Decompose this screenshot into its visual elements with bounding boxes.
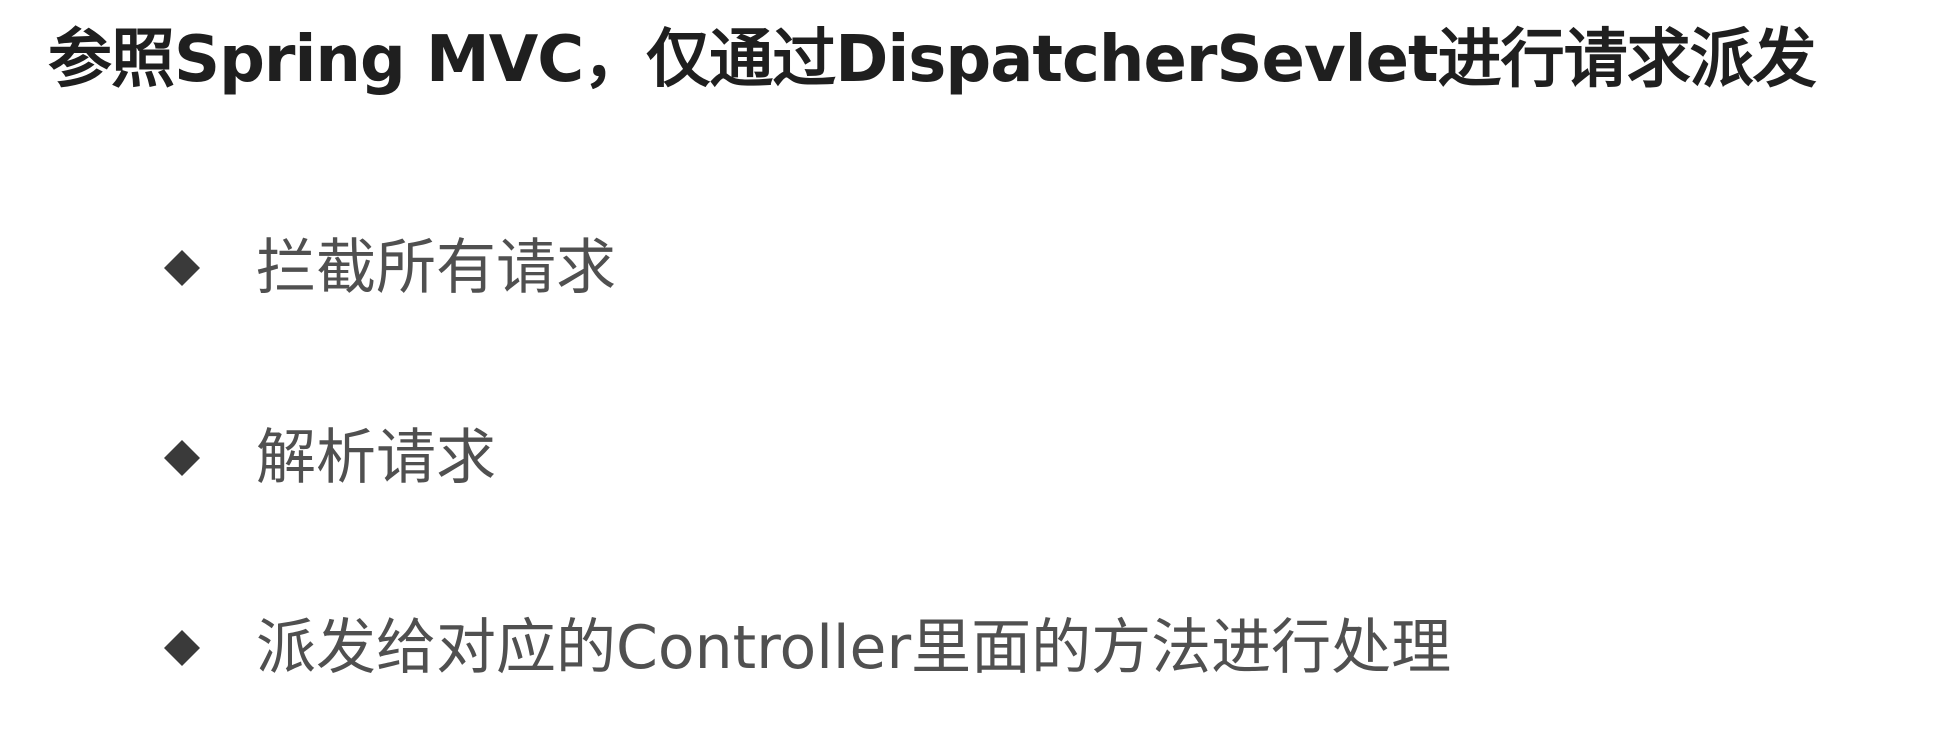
bullet-text: 解析请求 — [256, 423, 496, 493]
bullet-item: 解析请求 — [164, 412, 496, 504]
diamond-bullet-icon — [164, 630, 200, 666]
diamond-bullet-icon — [164, 250, 200, 286]
diamond-bullet-icon — [164, 440, 200, 476]
slide-title: 参照Spring MVC，仅通过DispatcherSevlet进行请求派发 — [48, 23, 1817, 97]
bullet-text: 派发给对应的Controller里面的方法进行处理 — [256, 613, 1452, 683]
bullet-item: 拦截所有请求 — [164, 222, 616, 314]
bullet-item: 派发给对应的Controller里面的方法进行处理 — [164, 602, 1451, 694]
slide: 参照Spring MVC，仅通过DispatcherSevlet进行请求派发 拦… — [0, 0, 1956, 743]
bullet-text: 拦截所有请求 — [256, 233, 616, 303]
